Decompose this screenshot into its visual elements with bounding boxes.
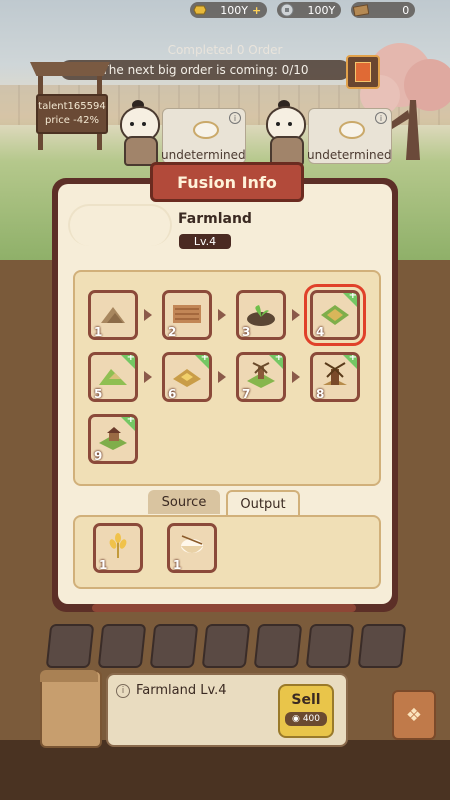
talent-id: talent165594 — [38, 101, 106, 112]
arrow-icon — [144, 309, 152, 321]
ticket-counter[interactable]: 0 — [351, 2, 416, 18]
arrow-icon — [292, 371, 300, 383]
item-name: Farmland — [178, 211, 252, 227]
selected-item-label: Farmland Lv.4 — [136, 683, 227, 698]
info-icon[interactable]: i — [116, 684, 130, 698]
chain-tile-6[interactable]: + 6 — [162, 352, 212, 402]
dish-icon — [339, 121, 365, 139]
recipe-book-icon[interactable]: ❖ — [392, 690, 436, 740]
chain-tile-3[interactable]: 3 — [236, 290, 286, 340]
ticket-value: 0 — [402, 3, 410, 17]
hill-icon — [99, 369, 127, 385]
dish-icon — [193, 121, 219, 139]
wheat-icon — [109, 533, 127, 558]
inventory-bag[interactable] — [40, 670, 102, 748]
ticket-icon — [353, 3, 370, 17]
wheat-field-icon — [173, 369, 201, 387]
arrow-icon — [218, 371, 226, 383]
customer-character[interactable] — [256, 100, 312, 166]
level-badge: Lv.4 — [179, 234, 231, 249]
chain-tile-8[interactable]: + 8 — [310, 352, 360, 402]
slot-status: undetermined — [307, 148, 392, 162]
resource-bar: 100Y + 100Y 0 — [190, 0, 450, 20]
arrow-icon — [292, 309, 300, 321]
output-tile-wheat[interactable]: 1 — [93, 523, 143, 573]
info-icon[interactable]: i — [375, 112, 387, 124]
tab-source[interactable]: Source — [148, 490, 220, 514]
dirt-pile-icon — [101, 307, 125, 323]
fusion-tabs: Source Output — [148, 490, 308, 516]
coin-icon — [279, 3, 295, 17]
talent-sign[interactable]: talent165594 price -42% — [30, 62, 110, 150]
slot-status: undetermined — [161, 148, 246, 162]
gold-value: 100Y — [220, 3, 248, 17]
gold-counter[interactable]: 100Y + — [190, 2, 268, 18]
sell-button[interactable]: Sell ◉ 400 — [278, 684, 334, 738]
storage-crate[interactable] — [45, 624, 95, 668]
coin-counter[interactable]: 100Y — [277, 2, 342, 18]
floor-shadow — [0, 740, 450, 800]
chain-tile-5[interactable]: + 5 — [88, 352, 138, 402]
storage-crate[interactable] — [149, 624, 199, 668]
output-tile-rice[interactable]: 1 — [167, 523, 217, 573]
talent-price: price -42% — [45, 115, 99, 126]
coin-value: 100Y — [307, 3, 336, 17]
arrow-icon — [218, 309, 226, 321]
farmland-icon — [321, 305, 349, 325]
sell-price: ◉ 400 — [285, 712, 327, 726]
tab-output[interactable]: Output — [226, 490, 300, 516]
order-scroll-icon[interactable] — [346, 55, 380, 89]
dialog-bottom-edge — [92, 604, 356, 612]
coin-icon: ◉ — [291, 714, 300, 724]
add-gold-button[interactable]: + — [252, 4, 261, 17]
rice-bowl-icon — [181, 535, 203, 553]
windmill-icon — [323, 362, 347, 385]
chain-tile-7[interactable]: + 7 — [236, 352, 286, 402]
storage-crate[interactable] — [253, 624, 303, 668]
gold-ingot-icon — [192, 3, 208, 17]
storage-crate[interactable] — [357, 624, 407, 668]
chain-tile-9[interactable]: + 9 — [88, 414, 138, 464]
info-icon[interactable]: i — [229, 112, 241, 124]
farmhouse-icon — [99, 427, 127, 450]
arrow-icon — [144, 371, 152, 383]
storage-crate[interactable] — [97, 624, 147, 668]
dialog-title: Fusion Info — [150, 162, 304, 202]
chain-tile-2[interactable]: 2 — [162, 290, 212, 340]
storage-crate[interactable] — [305, 624, 355, 668]
completed-orders: Completed 0 Order — [167, 43, 283, 57]
storage-crate[interactable] — [201, 624, 251, 668]
chain-tile-1[interactable]: 1 — [88, 290, 138, 340]
sprout-icon — [247, 305, 275, 326]
windmill-field-icon — [247, 362, 275, 388]
chain-tile-4-selected[interactable]: + 4 — [304, 284, 366, 346]
customer-character[interactable] — [110, 100, 166, 166]
plowed-soil-icon — [173, 305, 201, 323]
